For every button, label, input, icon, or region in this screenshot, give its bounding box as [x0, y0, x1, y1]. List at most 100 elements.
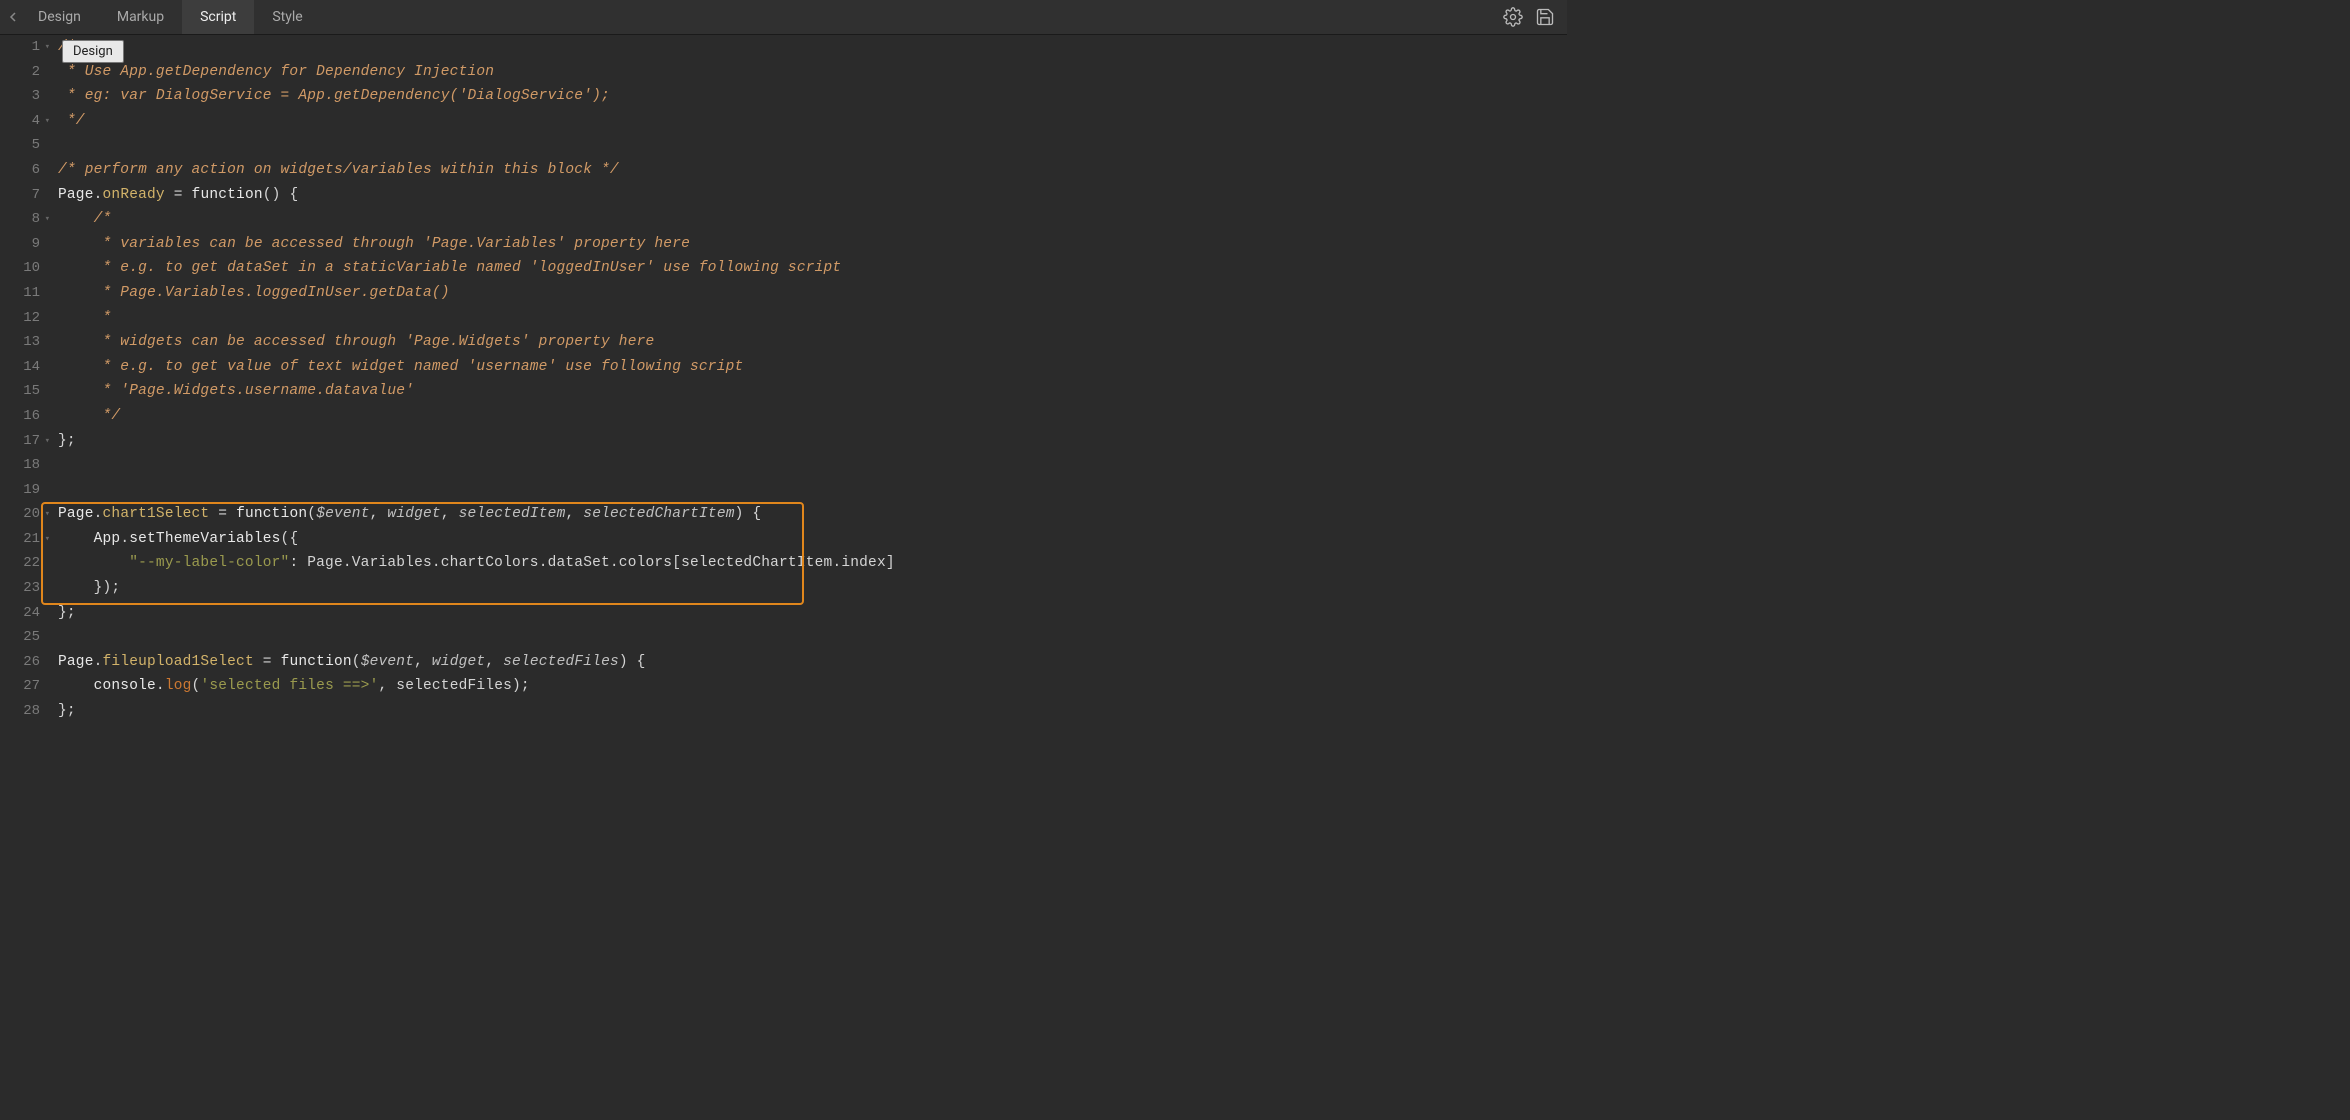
- code-token: * 'Page.Widgets.username.datavalue': [58, 383, 414, 399]
- collapse-handle[interactable]: [6, 0, 20, 34]
- code-token: =: [254, 654, 281, 670]
- line-number: 6: [0, 158, 40, 183]
- code-token: ({: [281, 531, 299, 547]
- code-line[interactable]: * e.g. to get value of text widget named…: [58, 355, 1567, 380]
- code-line[interactable]: [58, 453, 1567, 478]
- code-line[interactable]: */: [58, 404, 1567, 429]
- code-token: ,: [485, 654, 503, 670]
- tab-style[interactable]: Style: [254, 0, 320, 34]
- line-number: 19: [0, 478, 40, 503]
- code-line[interactable]: * Use App.getDependency for Dependency I…: [58, 60, 1567, 85]
- line-number: 3: [0, 84, 40, 109]
- code-line[interactable]: [58, 133, 1567, 158]
- save-button[interactable]: [1529, 1, 1561, 33]
- line-number: 18: [0, 453, 40, 478]
- code-token: * variables can be accessed through 'Pag…: [58, 236, 690, 252]
- code-token: widget: [387, 506, 440, 522]
- code-token: ,: [565, 506, 583, 522]
- line-number: 12: [0, 306, 40, 331]
- code-token: onReady: [103, 187, 165, 203]
- code-area[interactable]: /* * Use App.getDependency for Dependenc…: [44, 35, 1567, 747]
- code-line[interactable]: "--my-label-color": Page.Variables.chart…: [58, 551, 1567, 576]
- code-line[interactable]: };: [58, 699, 1567, 724]
- code-line[interactable]: * 'Page.Widgets.username.datavalue': [58, 379, 1567, 404]
- code-line[interactable]: * eg: var DialogService = App.getDepende…: [58, 84, 1567, 109]
- code-token: ,: [370, 506, 388, 522]
- code-line[interactable]: *: [58, 306, 1567, 331]
- code-token: * e.g. to get dataSet in a staticVariabl…: [58, 260, 841, 276]
- code-line[interactable]: Page.chart1Select = function($event, wid…: [58, 502, 1567, 527]
- editor-tabs: Design Markup Script Style: [20, 0, 321, 34]
- code-line[interactable]: Page.fileupload1Select = function($event…: [58, 650, 1567, 675]
- code-token: Page: [58, 187, 94, 203]
- code-token: () {: [263, 187, 299, 203]
- line-number: 4▾: [0, 109, 40, 134]
- code-line[interactable]: * e.g. to get dataSet in a staticVariabl…: [58, 256, 1567, 281]
- code-token: .: [156, 678, 165, 694]
- code-token: [58, 555, 129, 571]
- code-token: =: [209, 506, 236, 522]
- code-line[interactable]: App.setThemeVariables({: [58, 527, 1567, 552]
- code-token: , selectedFiles);: [378, 678, 529, 694]
- code-token: .: [94, 506, 103, 522]
- code-token: selectedChartItem: [583, 506, 734, 522]
- code-line[interactable]: };: [58, 429, 1567, 454]
- line-number: 14: [0, 355, 40, 380]
- code-token: fileupload1Select: [103, 654, 254, 670]
- line-number: 16: [0, 404, 40, 429]
- code-line[interactable]: /*: [58, 207, 1567, 232]
- line-number: 27: [0, 674, 40, 699]
- code-token: selectedFiles: [503, 654, 619, 670]
- code-line[interactable]: /*: [58, 35, 1567, 60]
- code-line[interactable]: };: [58, 601, 1567, 626]
- code-token: * e.g. to get value of text widget named…: [58, 359, 743, 375]
- code-line[interactable]: * widgets can be accessed through 'Page.…: [58, 330, 1567, 355]
- code-token: ) {: [619, 654, 646, 670]
- code-line[interactable]: [58, 478, 1567, 503]
- code-token: .: [94, 654, 103, 670]
- code-token: ) {: [735, 506, 762, 522]
- tooltip: Design: [62, 40, 124, 63]
- line-number: 20▾: [0, 502, 40, 527]
- code-line[interactable]: * variables can be accessed through 'Pag…: [58, 232, 1567, 257]
- code-token: (: [307, 506, 316, 522]
- line-number: 13: [0, 330, 40, 355]
- line-number: 8▾: [0, 207, 40, 232]
- code-line[interactable]: * Page.Variables.loggedInUser.getData(): [58, 281, 1567, 306]
- line-number: 25: [0, 625, 40, 650]
- code-line[interactable]: Page.onReady = function() {: [58, 183, 1567, 208]
- code-token: log: [165, 678, 192, 694]
- tab-markup[interactable]: Markup: [99, 0, 182, 34]
- code-token: ,: [441, 506, 459, 522]
- code-token: function: [192, 187, 263, 203]
- code-token: };: [58, 703, 76, 719]
- code-token: * Page.Variables.loggedInUser.getData(): [58, 285, 450, 301]
- tab-script[interactable]: Script: [182, 0, 254, 34]
- code-token: .: [120, 531, 129, 547]
- code-token: (: [352, 654, 361, 670]
- code-line[interactable]: });: [58, 576, 1567, 601]
- code-token: widget: [432, 654, 485, 670]
- code-token: =: [165, 187, 192, 203]
- line-number: 7: [0, 183, 40, 208]
- code-line[interactable]: console.log('selected files ==>', select…: [58, 674, 1567, 699]
- tab-design[interactable]: Design: [20, 0, 99, 34]
- line-number: 9: [0, 232, 40, 257]
- line-number: 11: [0, 281, 40, 306]
- code-token: /*: [58, 211, 111, 227]
- settings-button[interactable]: [1497, 1, 1529, 33]
- code-token: function: [281, 654, 352, 670]
- line-gutter: 1▾234▾5678▾91011121314151617▾181920▾21▾2…: [0, 35, 44, 747]
- code-line[interactable]: [58, 625, 1567, 650]
- code-line[interactable]: */: [58, 109, 1567, 134]
- line-number: 26: [0, 650, 40, 675]
- line-number: 1▾: [0, 35, 40, 60]
- line-number: 2: [0, 60, 40, 85]
- line-number: 15: [0, 379, 40, 404]
- line-number: 21▾: [0, 527, 40, 552]
- code-line[interactable]: /* perform any action on widgets/variabl…: [58, 158, 1567, 183]
- code-editor[interactable]: 1▾234▾5678▾91011121314151617▾181920▾21▾2…: [0, 35, 1567, 747]
- code-token: $event: [316, 506, 369, 522]
- code-token: function: [236, 506, 307, 522]
- code-token: chart1Select: [103, 506, 210, 522]
